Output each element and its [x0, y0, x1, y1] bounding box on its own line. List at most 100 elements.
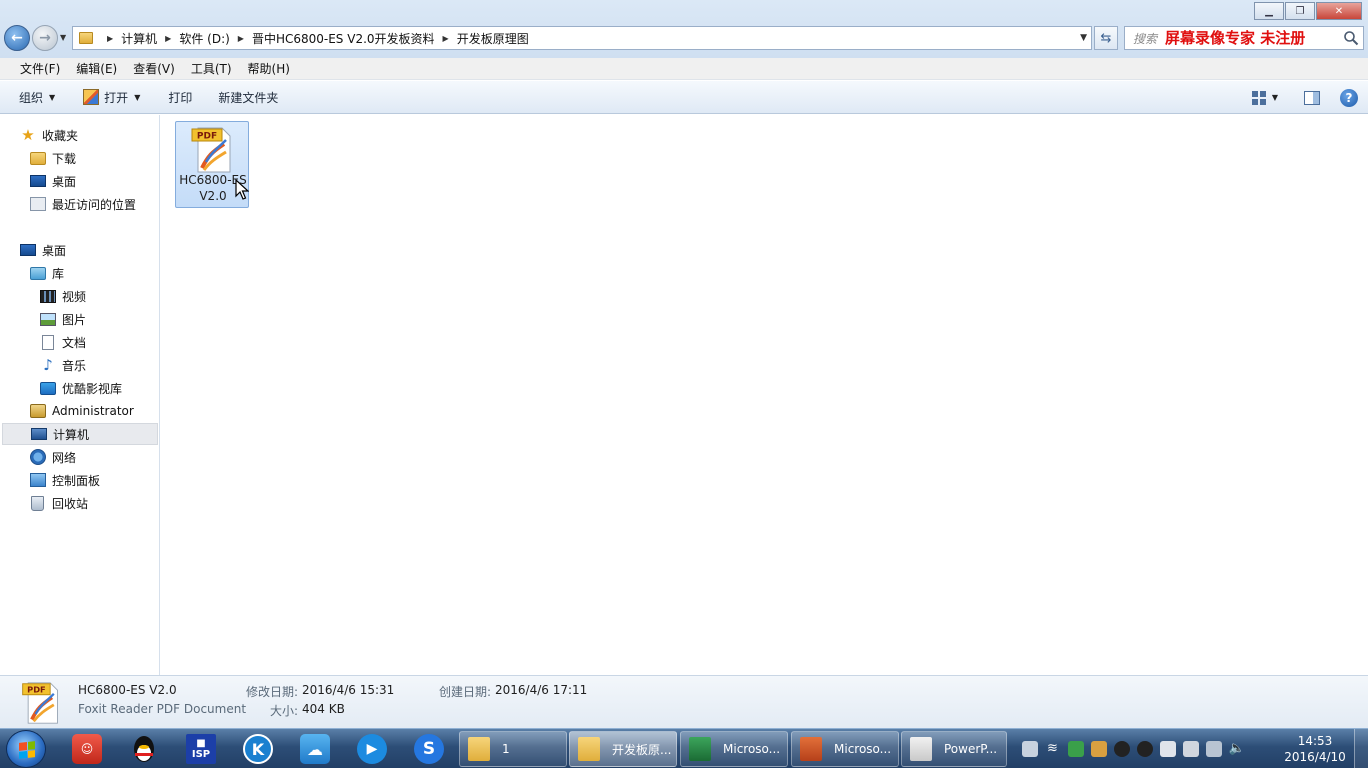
breadcrumb-schematic-folder[interactable]: 开发板原理图 — [457, 30, 529, 47]
nav-administrator[interactable]: Administrator — [30, 400, 134, 422]
nav-label: 视频 — [62, 289, 87, 304]
change-view-icon[interactable] — [1251, 90, 1266, 105]
chevron-right-icon[interactable]: ▶ — [165, 34, 171, 43]
menu-edit[interactable]: 编辑(E) — [68, 60, 125, 77]
open-button[interactable]: 打开 ▼ — [74, 84, 149, 110]
play-icon: ▶ — [357, 734, 387, 764]
nav-label: Administrator — [52, 404, 134, 418]
nav-favorites[interactable]: ★ 收藏夹 — [20, 124, 78, 146]
powerpoint-icon — [800, 737, 822, 761]
nav-downloads[interactable]: 下载 — [30, 147, 76, 169]
taskbar-app-qq[interactable] — [127, 732, 161, 766]
breadcrumb-computer[interactable]: 计算机 — [121, 30, 157, 47]
caret-down-icon: ▼ — [134, 92, 141, 102]
usb-device-icon[interactable] — [1182, 741, 1199, 757]
back-button[interactable]: ← — [4, 25, 30, 51]
nav-network[interactable]: 网络 — [30, 446, 76, 468]
taskbar-app-isp[interactable]: ■ ISP — [184, 732, 218, 766]
menu-view[interactable]: 查看(V) — [125, 60, 183, 77]
nav-pictures[interactable]: 图片 — [40, 308, 86, 330]
organize-button[interactable]: 组织 ▼ — [10, 84, 64, 110]
pdf-badge: PDF — [27, 684, 46, 694]
nav-computer[interactable]: 计算机 — [2, 423, 158, 445]
nav-label: 控制面板 — [52, 473, 101, 488]
taskbar-app-player[interactable]: ▶ — [355, 732, 389, 766]
nav-control-panel[interactable]: 控制面板 — [30, 469, 100, 491]
breadcrumb-drive-d[interactable]: 软件 (D:) — [179, 30, 229, 47]
task-label: Microso... — [834, 742, 892, 756]
menu-tools[interactable]: 工具(T) — [183, 60, 240, 77]
arrow-right-icon: → — [39, 30, 51, 46]
maximize-button[interactable]: ❐ — [1285, 2, 1315, 20]
taskbar-app-cloud[interactable]: ☁ — [298, 732, 332, 766]
file-item-pdf[interactable]: PDF HC6800-ES V2.0 — [175, 121, 249, 208]
taskbar-app-sogou[interactable]: S — [412, 732, 446, 766]
nav-libraries[interactable]: 库 — [30, 262, 64, 284]
clock[interactable]: 14:53 2016/4/10 — [1280, 733, 1350, 765]
folder-icon — [79, 32, 93, 44]
menu-file[interactable]: 文件(F) — [12, 60, 68, 77]
nav-label: 计算机 — [53, 427, 90, 442]
new-folder-button[interactable]: 新建文件夹 — [209, 84, 287, 110]
wifi-icon[interactable]: ≋ — [1045, 741, 1061, 757]
close-button[interactable]: ✕ — [1316, 2, 1362, 20]
nav-recent-places[interactable]: 最近访问的位置 — [30, 193, 136, 215]
tray-app-icon[interactable] — [1067, 741, 1084, 757]
foxit-open-icon — [83, 89, 100, 105]
menu-help[interactable]: 帮助(H) — [240, 60, 298, 77]
taskbar-app-red[interactable]: ☺ — [70, 732, 104, 766]
folder-icon — [578, 737, 600, 761]
forward-button[interactable]: → — [32, 25, 58, 51]
nav-desktop-favorite[interactable]: 桌面 — [30, 170, 76, 192]
chevron-right-icon[interactable]: ▶ — [443, 34, 449, 43]
print-button[interactable]: 打印 — [159, 84, 201, 110]
help-icon[interactable]: ? — [1340, 88, 1358, 107]
taskbar-task-explorer[interactable]: 开发板原... — [569, 731, 677, 767]
nav-documents[interactable]: 文档 — [40, 331, 86, 353]
details-file-type: Foxit Reader PDF Document — [78, 702, 247, 716]
start-button[interactable] — [6, 730, 46, 768]
keyboard-icon[interactable] — [1021, 741, 1038, 757]
address-dropdown[interactable]: ▼ — [1080, 33, 1087, 43]
taskbar-task-powerpoint-1[interactable]: Microso... — [791, 731, 899, 767]
qq-tray-icon[interactable] — [1136, 741, 1153, 757]
show-desktop-button[interactable] — [1354, 729, 1368, 769]
library-icon — [30, 266, 46, 280]
nav-label: 文档 — [62, 335, 87, 350]
k-app-icon: K — [243, 734, 273, 764]
nav-youku-library[interactable]: 优酷影视库 — [40, 377, 122, 399]
breadcrumb-board-folder[interactable]: 晋中HC6800-ES V2.0开发板资料 — [252, 30, 435, 47]
open-label: 打开 — [104, 90, 129, 105]
taskbar-task-powerpoint-2[interactable]: PowerP... — [901, 731, 1007, 767]
chevron-right-icon[interactable]: ▶ — [107, 34, 113, 43]
taskbar-app-k[interactable]: K — [241, 732, 275, 766]
nav-label: 音乐 — [62, 358, 87, 373]
nav-videos[interactable]: 视频 — [40, 285, 86, 307]
network-tray-icon[interactable] — [1205, 741, 1222, 757]
chevron-right-icon[interactable]: ▶ — [238, 34, 244, 43]
minimize-button[interactable]: ▁ — [1254, 2, 1284, 20]
nav-recycle-bin[interactable]: 回收站 — [30, 492, 88, 514]
caret-down-icon[interactable]: ▼ — [1272, 93, 1278, 102]
nav-label: 桌面 — [42, 243, 67, 258]
youku-library-icon — [40, 381, 56, 395]
nav-music[interactable]: ♪ 音乐 — [40, 354, 86, 376]
refresh-icon: ⇆ — [1100, 30, 1112, 46]
taskbar-task-excel[interactable]: Microso... — [680, 731, 788, 767]
qq-tray-icon[interactable] — [1113, 741, 1130, 757]
address-bar[interactable]: ▶ 计算机 ▶ 软件 (D:) ▶ 晋中HC6800-ES V2.0开发板资料 … — [72, 26, 1092, 50]
cloud-app-icon: ☁ — [300, 734, 330, 764]
volume-icon[interactable]: 🔈 — [1229, 741, 1245, 757]
nav-desktop[interactable]: 桌面 — [20, 239, 66, 261]
taskbar-task-folder-1[interactable]: 1 — [459, 731, 567, 767]
nav-label: 桌面 — [52, 174, 77, 189]
recent-pages-dropdown[interactable]: ▼ — [60, 33, 66, 42]
preview-pane-icon[interactable] — [1304, 90, 1320, 105]
tray-app-icon[interactable] — [1090, 741, 1107, 757]
task-label: 开发板原... — [612, 742, 672, 757]
recycle-bin-icon — [31, 495, 44, 511]
file-list[interactable]: PDF HC6800-ES V2.0 — [161, 115, 1368, 675]
refresh-button[interactable]: ⇆ — [1094, 26, 1118, 50]
search-icon[interactable] — [1343, 30, 1359, 46]
flag-icon[interactable] — [1159, 741, 1176, 757]
